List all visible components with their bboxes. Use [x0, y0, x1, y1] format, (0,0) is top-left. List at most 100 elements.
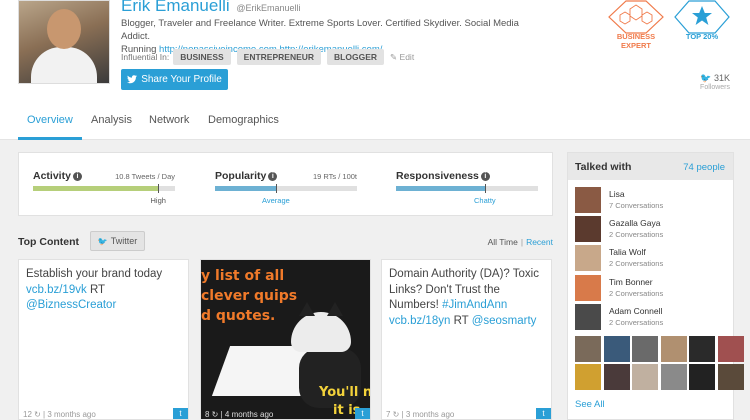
- talked-with-thumb-avatar[interactable]: [717, 336, 744, 362]
- person-conversations: 2 Conversations: [609, 230, 664, 239]
- edit-icon: ✎: [390, 51, 398, 62]
- stat-popularity-value: 19 RTs / 100t: [312, 172, 357, 181]
- person-avatar[interactable]: [575, 187, 601, 213]
- tab-network[interactable]: Network: [149, 114, 189, 126]
- filter-recent[interactable]: Recent: [526, 237, 553, 247]
- tag-business[interactable]: BUSINESS: [173, 49, 231, 65]
- influential-label: Influential In:: [121, 52, 170, 62]
- profile-tabs: Overview Analysis Network Demographics: [0, 104, 750, 140]
- talked-with-thumb-avatar[interactable]: [603, 364, 630, 390]
- followers-label: Followers: [700, 84, 730, 91]
- card-footer: 12 ↻ | 3 months ago: [23, 410, 96, 419]
- followers-count: 🐦 31K Followers: [700, 73, 730, 91]
- person-name[interactable]: Lisa: [609, 189, 625, 199]
- content-card-image[interactable]: y list of all clever quips d quotes. You…: [200, 259, 371, 420]
- edit-tags-link[interactable]: ✎ Edit: [390, 52, 414, 63]
- info-icon[interactable]: i: [480, 172, 490, 181]
- twitter-corner-icon: t: [355, 408, 370, 419]
- person-name[interactable]: Tim Bonner: [609, 277, 653, 287]
- talked-with-thumb-avatar[interactable]: [632, 364, 658, 390]
- tab-demographics[interactable]: Demographics: [208, 114, 279, 126]
- info-icon[interactable]: i: [268, 172, 278, 181]
- person-avatar[interactable]: [575, 245, 601, 271]
- tab-overview[interactable]: Overview: [27, 114, 73, 126]
- tab-analysis[interactable]: Analysis: [91, 114, 132, 126]
- card-rt: RT: [453, 314, 469, 327]
- person-name[interactable]: Gazalla Gaya: [609, 218, 661, 228]
- stat-responsiveness-bar: [396, 184, 538, 193]
- badge-top-20[interactable]: TOP 20%: [673, 0, 731, 41]
- person-avatar[interactable]: [575, 275, 601, 301]
- stats-panel: Activity i 10.8 Tweets / Day High Popular…: [18, 152, 553, 216]
- tag-blogger[interactable]: BLOGGER: [327, 49, 385, 65]
- profile-name[interactable]: Erik Emanuelli @ErikEmanuelli: [121, 0, 301, 16]
- person-name[interactable]: Adam Connell: [609, 306, 662, 316]
- overview-content: Activity i 10.8 Tweets / Day High Popular…: [0, 140, 750, 420]
- image-caption-text: y list of all clever quips d quotes.: [201, 268, 298, 324]
- talked-with-title: Talked with: [575, 161, 632, 173]
- info-icon[interactable]: i: [72, 172, 82, 181]
- stat-activity-level: High: [150, 196, 166, 205]
- card-footer: 7 ↻ | 3 months ago: [386, 410, 455, 419]
- talked-with-thumb-avatar[interactable]: [632, 336, 658, 362]
- talked-with-thumb-avatar[interactable]: [689, 336, 715, 362]
- share-profile-label: Share Your Profile: [141, 74, 222, 85]
- card-hashtag[interactable]: #JimAndAnn: [442, 299, 507, 311]
- stat-activity-value: 10.8 Tweets / Day: [115, 172, 175, 181]
- content-card-text: Domain Authority (DA)? Toxic Links? Don'…: [389, 267, 549, 329]
- talked-with-count-link[interactable]: 74 people: [683, 162, 725, 173]
- talked-with-thumb-avatar[interactable]: [689, 364, 715, 390]
- badge-business-expert-label: BUSINESS EXPERT: [616, 32, 656, 50]
- profile-avatar[interactable]: [18, 0, 110, 84]
- content-card[interactable]: Domain Authority (DA)? Toxic Links? Don'…: [381, 259, 552, 420]
- talked-person[interactable]: Adam Connell 2 Conversations: [575, 304, 725, 332]
- card-mention[interactable]: @BiznessCreator: [26, 299, 116, 311]
- twitter-corner-icon: t: [536, 408, 551, 419]
- talked-person[interactable]: Lisa 7 Conversations: [575, 187, 725, 215]
- card-text: Establish your brand today: [26, 268, 163, 280]
- person-avatar[interactable]: [575, 304, 601, 330]
- talked-with-thumb-avatar[interactable]: [660, 336, 687, 362]
- talked-with-thumb-avatar[interactable]: [660, 364, 687, 390]
- twitter-bird-small-icon: 🐦: [700, 73, 712, 83]
- card-link[interactable]: vcb.bz/18yn: [389, 315, 450, 327]
- star-badge-icon: [674, 0, 730, 34]
- content-card[interactable]: Establish your brand today vcb.bz/19vk R…: [18, 259, 189, 420]
- talked-with-thumb-avatar[interactable]: [603, 336, 630, 362]
- card-mention[interactable]: @seosmarty: [472, 315, 537, 327]
- stat-activity-title: Activity: [33, 170, 71, 182]
- stat-activity-bar: [33, 184, 175, 193]
- person-name[interactable]: Talia Wolf: [609, 247, 646, 257]
- twitter-filter-button[interactable]: 🐦 Twitter: [90, 231, 145, 251]
- see-all-link[interactable]: See All: [575, 399, 605, 410]
- person-avatar[interactable]: [575, 216, 601, 242]
- person-conversations: 2 Conversations: [609, 318, 664, 327]
- card-footer: 8 ↻ | 4 months ago: [205, 410, 274, 419]
- talked-with-thumb-avatar[interactable]: [717, 364, 744, 390]
- stat-responsiveness: Responsiveness i Chatty: [396, 153, 538, 217]
- talked-with-thumb-avatar[interactable]: [575, 336, 601, 362]
- talked-with-thumb-avatar[interactable]: [575, 364, 601, 390]
- talked-person[interactable]: Gazalla Gaya 2 Conversations: [575, 216, 725, 244]
- top-content-title: Top Content: [18, 236, 80, 248]
- stat-responsiveness-title: Responsiveness: [396, 170, 479, 182]
- filter-all-time[interactable]: All Time: [488, 237, 518, 247]
- time-filter: All Time | Recent: [487, 237, 553, 247]
- person-conversations: 7 Conversations: [609, 201, 664, 210]
- content-card-text: Establish your brand today vcb.bz/19vk R…: [26, 267, 186, 314]
- bio-text: Blogger, Traveler and Freelance Writer. …: [121, 18, 519, 42]
- stat-popularity-title: Popularity: [215, 170, 267, 182]
- followers-number: 31K: [713, 73, 730, 83]
- tag-entrepreneur[interactable]: ENTREPRENEUR: [236, 49, 322, 65]
- talked-person[interactable]: Talia Wolf 2 Conversations: [575, 245, 725, 273]
- share-profile-button[interactable]: Share Your Profile: [121, 69, 228, 90]
- talked-person[interactable]: Tim Bonner 2 Conversations: [575, 275, 725, 303]
- stat-popularity: Popularity i 19 RTs / 100t Average: [215, 153, 357, 217]
- stat-activity: Activity i 10.8 Tweets / Day High: [33, 153, 175, 217]
- twitter-bird-icon: 🐦: [97, 236, 108, 246]
- profile-name-text[interactable]: Erik Emanuelli: [121, 0, 230, 15]
- card-rt: RT: [89, 283, 106, 296]
- card-link[interactable]: vcb.bz/19vk: [26, 284, 87, 296]
- influential-in: Influential In: BUSINESS ENTREPRENEUR BL…: [121, 49, 414, 65]
- badge-business-expert[interactable]: BUSINESS EXPERT: [607, 0, 665, 50]
